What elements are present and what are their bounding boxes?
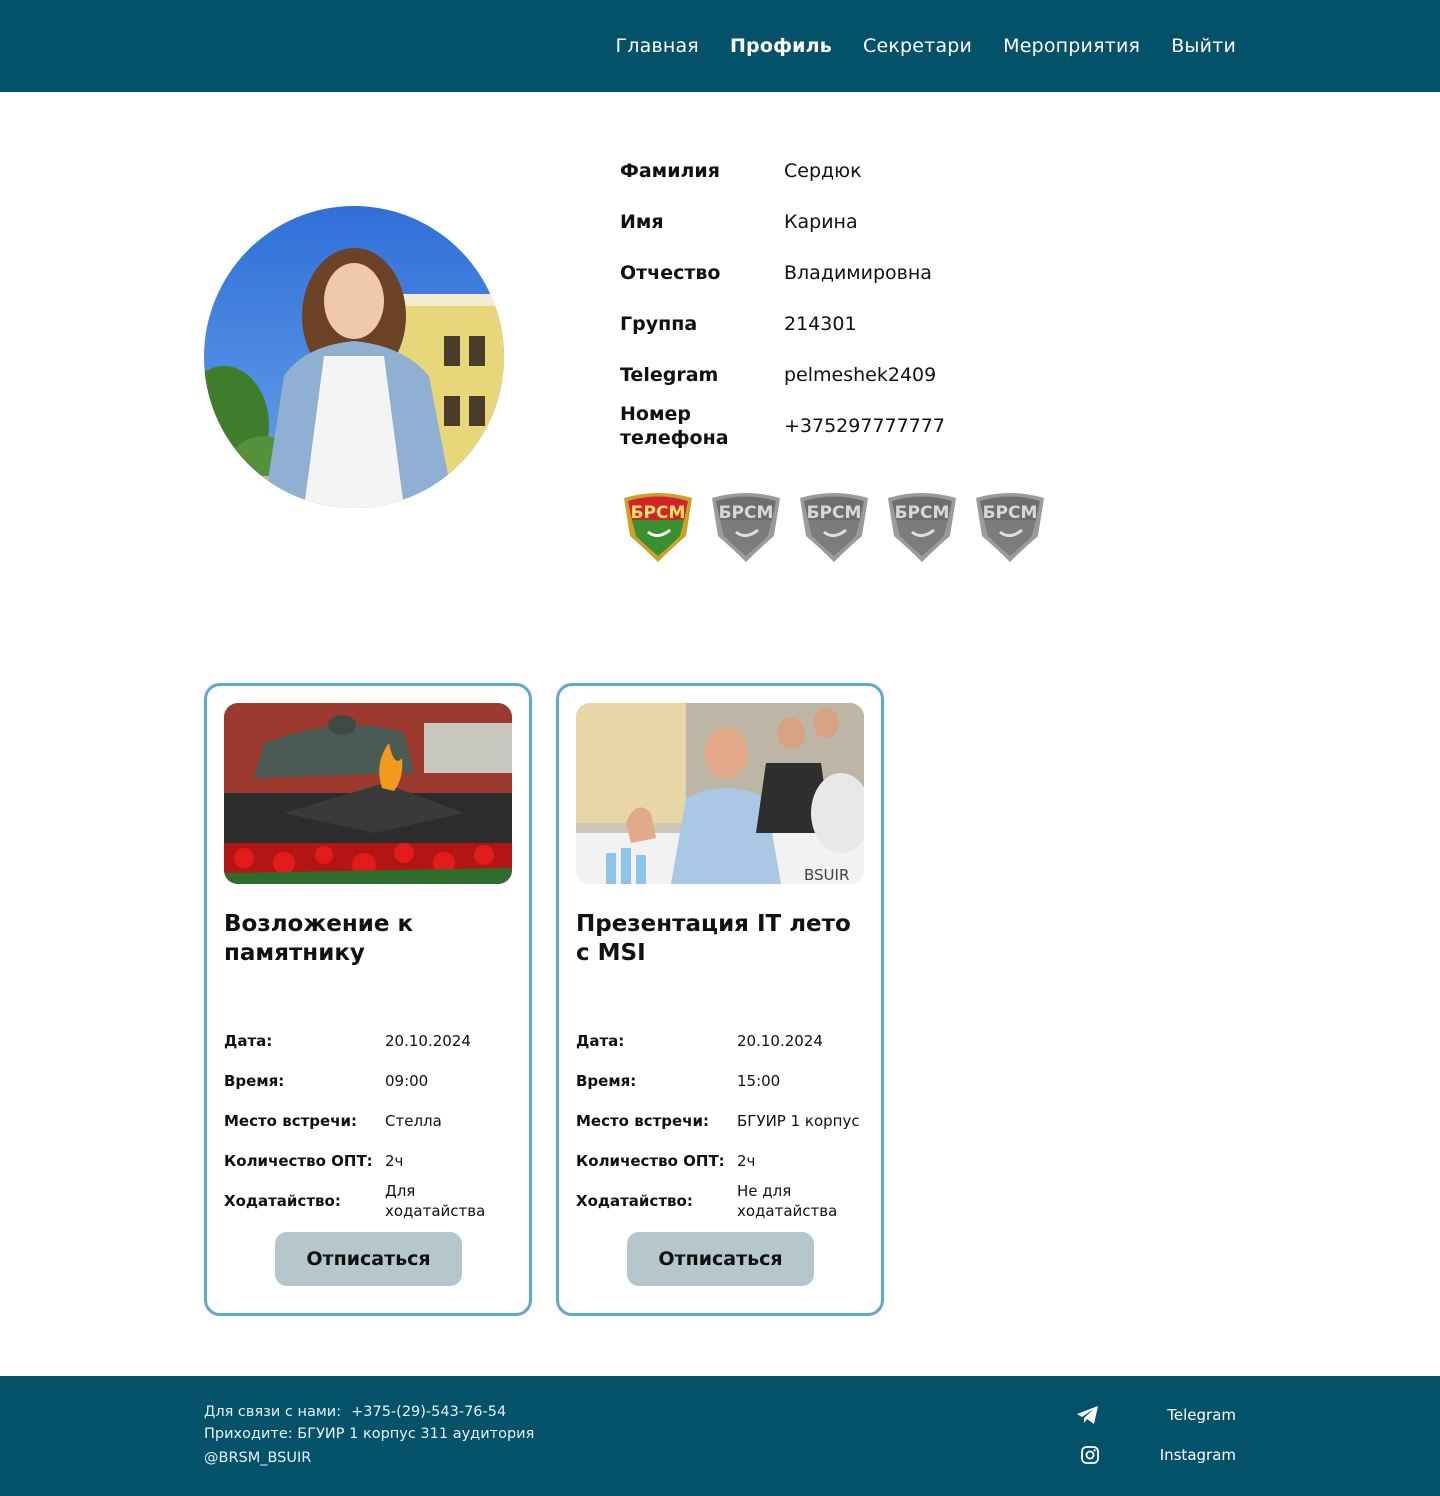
field-value: +375297777777: [784, 414, 945, 437]
svg-text:БРСМ: БРСМ: [895, 503, 950, 523]
detail-value: 2ч: [385, 1152, 404, 1170]
detail-label: Количество ОПТ:: [576, 1152, 725, 1170]
footer-handle: @BRSM_BSUIR: [204, 1450, 312, 1466]
field-value: Карина: [784, 210, 858, 233]
event-detail-time: Время: 09:00: [224, 1061, 514, 1101]
svg-text:БРСМ: БРСМ: [983, 503, 1038, 523]
footer-social-links: Telegram Instagram: [1076, 1402, 1236, 1482]
profile-field-patronymic: Отчество Владимировна: [620, 247, 1120, 298]
svg-text:BSUIR: BSUIR: [804, 866, 849, 884]
detail-value: 20.10.2024: [385, 1032, 471, 1050]
svg-text:БРСМ: БРСМ: [631, 503, 686, 523]
contact-address: Приходите: БГУИР 1 корпус 311 аудитория: [204, 1426, 535, 1442]
detail-label: Место встречи:: [224, 1112, 358, 1130]
event-title: Презентация IT лето с MSI: [576, 911, 851, 966]
field-label: Группа: [620, 312, 698, 335]
brsm-badge-icon-locked: БРСМ: [888, 493, 956, 562]
field-value: Владимировна: [784, 261, 932, 284]
nav-home-link[interactable]: Главная: [615, 35, 698, 57]
profile-field-phone: Номер телефона +375297777777: [620, 400, 1120, 451]
profile-field-lastname: Фамилия Сердюк: [620, 145, 1120, 196]
brsm-badge-icon-locked: БРСМ: [976, 493, 1044, 562]
nav-profile-link[interactable]: Профиль: [730, 35, 832, 57]
main-nav: Главная Профиль Секретари Мероприятия Вы…: [615, 0, 1236, 92]
brsm-badge-icon-earned: БРСМ: [624, 493, 692, 562]
badges-row: БРСМ БРСМ БРСМ БРСМ БРСМ: [620, 492, 1048, 564]
nav-secretaries-link[interactable]: Секретари: [863, 35, 972, 57]
event-card: Возложение к памятнику Дата: 20.10.2024 …: [204, 683, 532, 1316]
contact-phone[interactable]: +375-(29)-543-76-54: [351, 1404, 506, 1420]
event-detail-petition: Ходатайство: Не для ходатайства: [576, 1181, 866, 1221]
detail-label: Дата:: [576, 1032, 625, 1050]
field-value: Сердюк: [784, 159, 862, 182]
detail-label: Время:: [576, 1072, 637, 1090]
event-image: BSUIR: [576, 703, 864, 884]
profile-field-group: Группа 214301: [620, 298, 1120, 349]
event-image: [224, 703, 512, 884]
event-detail-petition: Ходатайство: Для ходатайства: [224, 1181, 514, 1221]
event-detail-date: Дата: 20.10.2024: [576, 1021, 866, 1061]
unsubscribe-button[interactable]: Отписаться: [627, 1232, 814, 1286]
detail-value: Для ходатайства: [385, 1182, 486, 1220]
instagram-link[interactable]: Instagram: [1076, 1442, 1236, 1468]
footer: Для связи с нами: +375-(29)-543-76-54 При…: [0, 1376, 1440, 1496]
brsm-badge-icon-locked: БРСМ: [712, 493, 780, 562]
event-detail-place: Место встречи: БГУИР 1 корпус: [576, 1101, 866, 1141]
profile-avatar: [204, 206, 504, 508]
svg-text:БРСМ: БРСМ: [719, 503, 774, 523]
nav-events-link[interactable]: Мероприятия: [1003, 35, 1140, 57]
detail-value: Не для ходатайства: [737, 1182, 838, 1220]
detail-label: Дата:: [224, 1032, 273, 1050]
detail-label: Место встречи:: [576, 1112, 710, 1130]
footer-contact: Для связи с нами: +375-(29)-543-76-54 При…: [204, 1401, 534, 1445]
field-label: Отчество: [620, 261, 721, 284]
event-title: Возложение к памятнику: [224, 911, 414, 966]
detail-label: Ходатайство:: [224, 1192, 341, 1210]
unsubscribe-button[interactable]: Отписаться: [275, 1232, 462, 1286]
profile-field-telegram: Telegram pelmeshek2409: [620, 349, 1120, 400]
detail-label: Ходатайство:: [576, 1192, 693, 1210]
detail-value: 20.10.2024: [737, 1032, 823, 1050]
detail-value: 2ч: [737, 1152, 756, 1170]
instagram-icon: [1081, 1446, 1099, 1464]
event-detail-place: Место встречи: Стелла: [224, 1101, 514, 1141]
detail-label: Время:: [224, 1072, 285, 1090]
event-detail-hours: Количество ОПТ: 2ч: [224, 1141, 514, 1181]
brsm-badge-icon-locked: БРСМ: [800, 493, 868, 562]
event-details: Дата: 20.10.2024 Время: 09:00 Место встр…: [224, 1021, 514, 1221]
telegram-link[interactable]: Telegram: [1076, 1402, 1236, 1428]
detail-value: Стелла: [385, 1112, 442, 1130]
field-value: 214301: [784, 312, 857, 335]
detail-label: Количество ОПТ:: [224, 1152, 373, 1170]
field-value: pelmeshek2409: [784, 363, 937, 386]
contact-label: Для связи с нами:: [204, 1404, 342, 1420]
field-label: Имя: [620, 210, 664, 233]
field-label: Фамилия: [620, 159, 720, 182]
event-detail-time: Время: 15:00: [576, 1061, 866, 1101]
profile-info: Фамилия Сердюк Имя Карина Отчество Влади…: [620, 145, 1120, 451]
field-label: Номер телефона: [620, 402, 729, 449]
telegram-link-label: Telegram: [1167, 1406, 1236, 1424]
event-details: Дата: 20.10.2024 Время: 15:00 Место встр…: [576, 1021, 866, 1221]
event-detail-hours: Количество ОПТ: 2ч: [576, 1141, 866, 1181]
telegram-icon: [1077, 1406, 1098, 1424]
event-card: BSUIR Презентация IT лето с MSI Дата: 20…: [556, 683, 884, 1316]
nav-logout-link[interactable]: Выйти: [1171, 35, 1236, 57]
detail-value: 15:00: [737, 1072, 781, 1090]
detail-value: 09:00: [385, 1072, 429, 1090]
event-detail-date: Дата: 20.10.2024: [224, 1021, 514, 1061]
svg-text:БРСМ: БРСМ: [807, 503, 862, 523]
field-label: Telegram: [620, 363, 719, 386]
instagram-link-label: Instagram: [1159, 1446, 1236, 1464]
detail-value: БГУИР 1 корпус: [737, 1112, 860, 1130]
profile-field-firstname: Имя Карина: [620, 196, 1120, 247]
top-navbar: Главная Профиль Секретари Мероприятия Вы…: [0, 0, 1440, 92]
